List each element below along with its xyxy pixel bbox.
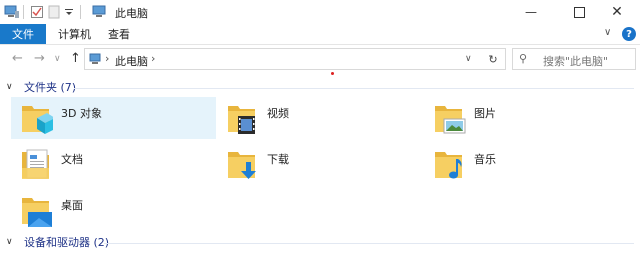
- group-divider: [104, 243, 634, 244]
- navigation-bar: ← → ∨ ↑ › 此电脑 › ∨ ↻ ⚲ 搜索"此电脑": [0, 45, 640, 73]
- title-bar: 此电脑 — ✕: [0, 0, 640, 24]
- folder-tile-downloads[interactable]: 下载: [217, 143, 422, 185]
- qa-separator: [23, 5, 24, 19]
- close-icon: ✕: [611, 4, 623, 20]
- folder-tile-desktop[interactable]: 桌面: [11, 189, 216, 231]
- group-title-devices: 设备和驱动器 (2): [24, 236, 110, 249]
- expand-ribbon-icon[interactable]: ∨: [604, 27, 611, 38]
- videos-icon: [228, 106, 255, 134]
- qa-separator: [80, 5, 81, 19]
- breadcrumb-this-pc[interactable]: 此电脑: [115, 53, 148, 69]
- address-bar[interactable]: › 此电脑 › ∨: [84, 48, 506, 70]
- breadcrumb-chevron-icon[interactable]: ›: [151, 52, 155, 65]
- tab-file[interactable]: 文件: [0, 24, 46, 44]
- collapse-chevron-icon: ∨: [6, 82, 13, 92]
- group-header-devices[interactable]: ∨ 设备和驱动器 (2): [6, 235, 109, 249]
- folder-tile-3d-objects[interactable]: 3D 对象: [11, 97, 216, 139]
- ribbon-tabs: 文件 计算机 查看 ∨: [0, 24, 640, 45]
- folder-label: 3D 对象: [61, 107, 102, 120]
- close-button[interactable]: ✕: [594, 0, 640, 24]
- this-pc-title-icon: [92, 5, 106, 17]
- search-box[interactable]: ⚲ 搜索"此电脑": [512, 48, 636, 70]
- properties-icon[interactable]: [30, 5, 44, 19]
- folder-label: 文档: [61, 153, 83, 166]
- address-dropdown-icon[interactable]: ∨: [465, 54, 472, 64]
- breadcrumb-chevron-icon[interactable]: ›: [105, 52, 109, 65]
- desktop-icon: [22, 198, 52, 227]
- window-title: 此电脑: [115, 7, 148, 20]
- downloads-icon: [228, 152, 256, 179]
- group-header-folders[interactable]: ∨ 文件夹 (7): [6, 80, 76, 94]
- folder-label: 下载: [267, 153, 289, 166]
- maximize-icon: [573, 6, 585, 18]
- minimize-button[interactable]: —: [508, 0, 554, 24]
- qa-dropdown-icon[interactable]: [64, 5, 74, 19]
- folder-label: 图片: [474, 107, 496, 120]
- group-title-folders: 文件夹 (7): [24, 81, 77, 94]
- this-pc-icon[interactable]: [4, 5, 20, 19]
- forward-arrow-icon[interactable]: →: [34, 51, 45, 66]
- tab-view[interactable]: 查看: [108, 24, 130, 44]
- folder-tile-pictures[interactable]: 图片: [424, 97, 629, 139]
- help-button[interactable]: ?: [622, 27, 636, 41]
- collapse-chevron-icon: ∨: [6, 237, 13, 247]
- documents-icon: [22, 149, 49, 179]
- folder-label: 桌面: [61, 199, 83, 212]
- refresh-icon: ↻: [488, 52, 498, 66]
- search-input[interactable]: 搜索"此电脑": [543, 53, 608, 69]
- back-arrow-icon[interactable]: ←: [12, 51, 23, 66]
- this-pc-small-icon: [89, 53, 101, 64]
- new-folder-icon[interactable]: [48, 5, 60, 19]
- search-icon: ⚲: [519, 52, 528, 65]
- up-arrow-icon[interactable]: ↑: [70, 51, 81, 66]
- tab-computer[interactable]: 计算机: [58, 24, 91, 44]
- folder-tile-documents[interactable]: 文档: [11, 143, 216, 185]
- folder-label: 音乐: [474, 153, 496, 166]
- group-divider: [74, 88, 634, 89]
- folder-tile-music[interactable]: 音乐: [424, 143, 629, 185]
- refresh-button[interactable]: ↻: [481, 48, 506, 70]
- recent-locations-icon[interactable]: ∨: [54, 54, 61, 64]
- folder-tile-videos[interactable]: 视频: [217, 97, 422, 139]
- red-marker-dot: [331, 72, 334, 75]
- 3d-objects-icon: [22, 106, 53, 134]
- music-icon: [435, 152, 462, 179]
- minimize-icon: —: [525, 5, 537, 19]
- folder-label: 视频: [267, 107, 289, 120]
- pictures-icon: [435, 106, 466, 134]
